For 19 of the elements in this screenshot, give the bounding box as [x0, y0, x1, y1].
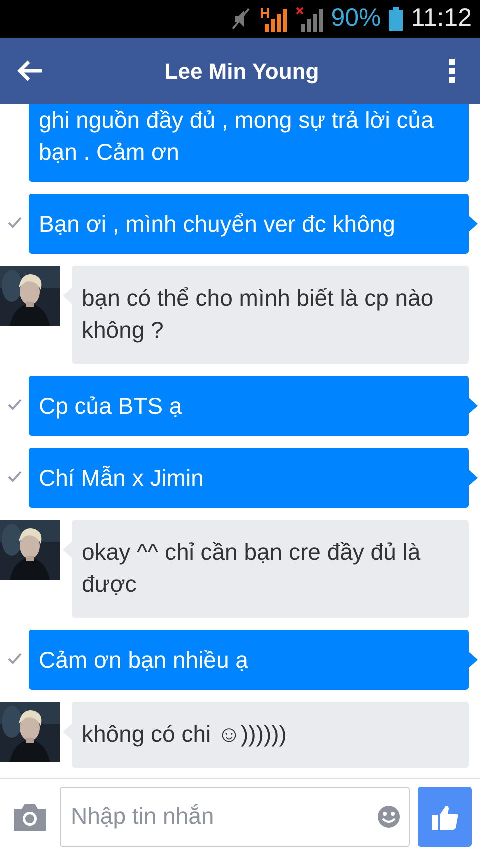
no-signal-icon: [295, 6, 324, 32]
mute-icon: [231, 7, 252, 31]
like-button[interactable]: [418, 786, 472, 846]
bubble-tail: [469, 398, 478, 414]
emoji-icon[interactable]: [377, 804, 401, 828]
battery-icon: [389, 7, 404, 31]
message-field[interactable]: Nhập tin nhắn: [60, 786, 410, 846]
signal-icon: [259, 6, 288, 32]
bubble-tail: [469, 216, 478, 232]
bubble-tail: [469, 470, 478, 486]
battery-percent: 90%: [331, 3, 382, 34]
sent-message: ghi nguồn đầy đủ , mong sự trả lời của bạn . Cảm ơn: [29, 104, 469, 182]
bubble-tail: [469, 652, 478, 668]
camera-icon: [12, 802, 48, 830]
clock: 11:12: [411, 3, 472, 34]
back-arrow-icon: [16, 58, 44, 83]
more-icon: [448, 58, 456, 84]
contact-name: Lee Min Young: [164, 58, 320, 86]
back-button[interactable]: [16, 58, 44, 84]
